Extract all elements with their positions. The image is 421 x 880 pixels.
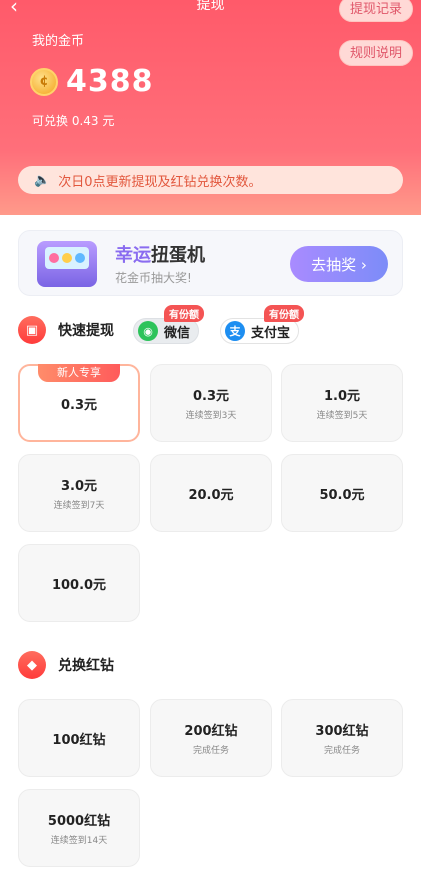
withdraw-option-card[interactable]: 1.0元 连续签到5天 xyxy=(281,364,403,442)
lottery-subtitle: 花金币抽大奖! xyxy=(115,271,192,285)
newbie-badge: 新人专享 xyxy=(38,364,120,382)
withdraw-section-header: ▣ 快速提现 xyxy=(18,316,114,344)
diamond-section-title: 兑换红钻 xyxy=(58,658,114,674)
diamond-option-card[interactable]: 300红钻 完成任务 xyxy=(281,699,403,777)
option-amount: 100红钻 xyxy=(52,732,106,748)
option-amount: 1.0元 xyxy=(323,389,361,404)
coin-icon: ¢ xyxy=(30,67,58,96)
withdraw-option-card[interactable]: 0.3元 连续签到3天 xyxy=(150,364,272,442)
option-amount: 50.0元 xyxy=(319,487,365,503)
withdraw-option-card[interactable]: 100.0元 xyxy=(18,544,140,622)
option-condition: 连续签到7天 xyxy=(53,501,105,511)
diamond-section-header: ◆ 兑换红钻 xyxy=(18,651,114,679)
gacha-machine-icon xyxy=(37,241,97,287)
lottery-title: 幸运扭蛋机 xyxy=(115,245,205,266)
wechat-label: 微信 xyxy=(164,325,191,341)
coin-value: 4388 xyxy=(66,64,154,99)
notice-text: 次日0点更新提现及红钻兑换次数。 xyxy=(58,174,262,190)
withdraw-record-button[interactable]: 提现记录 xyxy=(338,0,413,22)
coin-label: 我的金币 xyxy=(32,34,85,49)
withdraw-section-title: 快速提现 xyxy=(58,323,114,339)
option-amount: 0.3元 xyxy=(192,389,230,404)
withdraw-option-card[interactable]: 3.0元 连续签到7天 xyxy=(18,454,140,532)
option-amount: 300红钻 xyxy=(315,724,369,739)
draw-button[interactable]: 去抽奖 › xyxy=(290,246,388,282)
withdraw-option-card[interactable]: 新人专享 0.3元 xyxy=(18,364,140,442)
rules-button[interactable]: 规则说明 xyxy=(338,40,413,66)
alipay-label: 支付宝 xyxy=(251,325,291,341)
option-condition: 完成任务 xyxy=(323,746,360,756)
diamond-icon: ◆ xyxy=(18,651,46,679)
alipay-option[interactable]: 支 支付宝 有份额 xyxy=(220,305,305,344)
diamond-option-card[interactable]: 100红钻 xyxy=(18,699,140,777)
option-amount: 3.0元 xyxy=(60,479,98,494)
speaker-icon: 🔈 xyxy=(34,172,51,188)
option-amount: 5000红钻 xyxy=(47,814,111,829)
coin-balance: ¢ 4388 xyxy=(30,64,154,99)
withdraw-option-card[interactable]: 20.0元 xyxy=(150,454,272,532)
wechat-pay-option[interactable]: ◉ 微信 有份额 xyxy=(133,305,205,344)
option-amount: 0.3元 xyxy=(60,397,98,413)
withdraw-option-card[interactable]: 50.0元 xyxy=(281,454,403,532)
option-condition: 连续签到3天 xyxy=(185,411,237,421)
alipay-icon: 支 xyxy=(225,321,245,341)
exchange-amount: 可兑换 0.43 元 xyxy=(32,114,115,128)
option-amount: 200红钻 xyxy=(184,724,238,739)
diamond-option-card[interactable]: 200红钻 完成任务 xyxy=(150,699,272,777)
option-condition: 完成任务 xyxy=(192,746,229,756)
lottery-banner[interactable]: 幸运扭蛋机 花金币抽大奖! 去抽奖 › xyxy=(18,230,403,296)
option-amount: 100.0元 xyxy=(51,577,107,593)
option-condition: 连续签到14天 xyxy=(50,836,108,846)
option-condition: 连续签到5天 xyxy=(316,411,368,421)
wallet-icon: ▣ xyxy=(18,316,46,344)
quota-badge: 有份额 xyxy=(264,305,305,322)
diamond-option-card[interactable]: 5000红钻 连续签到14天 xyxy=(18,789,140,867)
quota-badge: 有份额 xyxy=(164,305,205,322)
wechat-icon: ◉ xyxy=(138,321,158,341)
header-banner: ‹ 提现 提现记录 规则说明 我的金币 ¢ 4388 可兑换 0.43 元 🔈 … xyxy=(0,0,421,215)
option-amount: 20.0元 xyxy=(188,487,234,503)
notice-bar: 🔈 次日0点更新提现及红钻兑换次数。 xyxy=(18,166,403,194)
